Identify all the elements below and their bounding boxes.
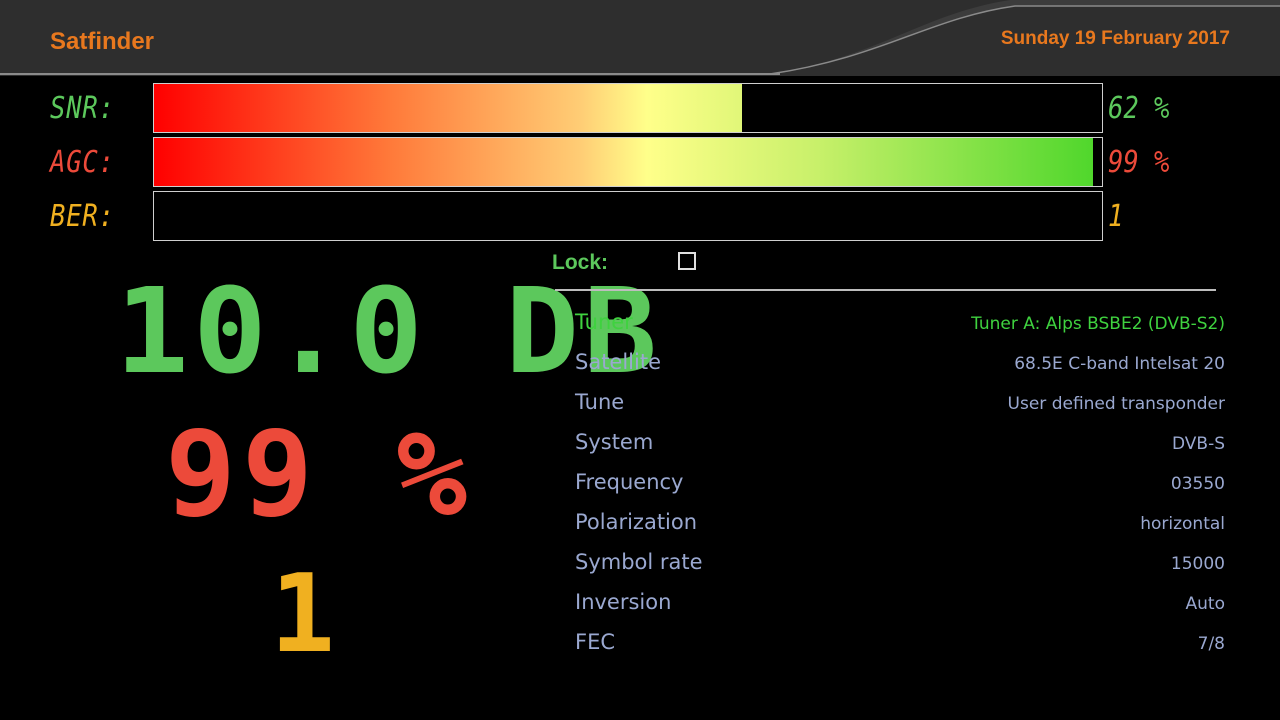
meter-snr-label: SNR: — [50, 91, 115, 126]
info-value: horizontal — [1140, 514, 1225, 534]
app-title: Satfinder — [50, 28, 155, 55]
satfinder-screen: Satfinder Sunday 19 February 2017 SNR: 6… — [0, 0, 1280, 720]
divider — [555, 289, 1216, 291]
meter-agc-label: AGC: — [50, 145, 115, 180]
meter-ber-bar — [153, 191, 1103, 241]
info-key: Satellite — [575, 350, 662, 374]
info-key: System — [575, 430, 654, 454]
ber-readout: 1 — [270, 552, 336, 677]
header-bar: Satfinder Sunday 19 February 2017 — [0, 0, 1280, 76]
info-row-inversion[interactable]: Inversion Auto — [575, 584, 1225, 624]
info-row-tune[interactable]: Tune User defined transponder — [575, 384, 1225, 424]
meter-snr-value: 62 % — [1108, 91, 1170, 126]
info-key: Inversion — [575, 590, 672, 614]
info-key: Polarization — [575, 510, 698, 534]
info-key: Tuner — [575, 310, 633, 334]
meter-ber-value: 1 — [1108, 199, 1124, 234]
meter-agc: AGC: 99 % — [0, 137, 1280, 187]
info-key: Tune — [575, 390, 625, 414]
lock-label: Lock: — [552, 251, 609, 274]
date-display: Sunday 19 February 2017 — [1000, 28, 1230, 49]
info-value: 03550 — [1170, 474, 1225, 494]
info-row-polarization[interactable]: Polarization horizontal — [575, 504, 1225, 544]
info-key: FEC — [575, 630, 616, 654]
agc-percent-readout: 99 % — [165, 405, 474, 543]
info-key: Symbol rate — [575, 550, 703, 574]
info-value: 15000 — [1170, 554, 1225, 574]
meter-agc-fill — [154, 138, 1093, 186]
meter-agc-value: 99 % — [1108, 145, 1170, 180]
info-value: Tuner A: Alps BSBE2 (DVB-S2) — [971, 314, 1225, 334]
meter-ber: BER: 1 — [0, 191, 1280, 241]
meter-snr-bar — [153, 83, 1103, 133]
meter-agc-bar — [153, 137, 1103, 187]
info-value: 7/8 — [1197, 634, 1225, 654]
info-value: 68.5E C-band Intelsat 20 — [1014, 354, 1225, 374]
tuner-info-table: Tuner Tuner A: Alps BSBE2 (DVB-S2) Satel… — [575, 304, 1225, 664]
meter-snr-fill — [154, 84, 742, 132]
info-row-fec[interactable]: FEC 7/8 — [575, 624, 1225, 664]
info-row-symbol-rate[interactable]: Symbol rate 15000 — [575, 544, 1225, 584]
info-value: Auto — [1185, 594, 1225, 614]
meter-snr: SNR: 62 % — [0, 83, 1280, 133]
info-row-tuner[interactable]: Tuner Tuner A: Alps BSBE2 (DVB-S2) — [575, 304, 1225, 344]
meter-ber-label: BER: — [50, 199, 115, 234]
info-row-system[interactable]: System DVB-S — [575, 424, 1225, 464]
lock-checkbox — [678, 252, 696, 270]
info-value: DVB-S — [1171, 434, 1225, 454]
info-key: Frequency — [575, 470, 684, 494]
info-row-satellite[interactable]: Satellite 68.5E C-band Intelsat 20 — [575, 344, 1225, 384]
info-value: User defined transponder — [1007, 394, 1225, 414]
info-row-frequency[interactable]: Frequency 03550 — [575, 464, 1225, 504]
